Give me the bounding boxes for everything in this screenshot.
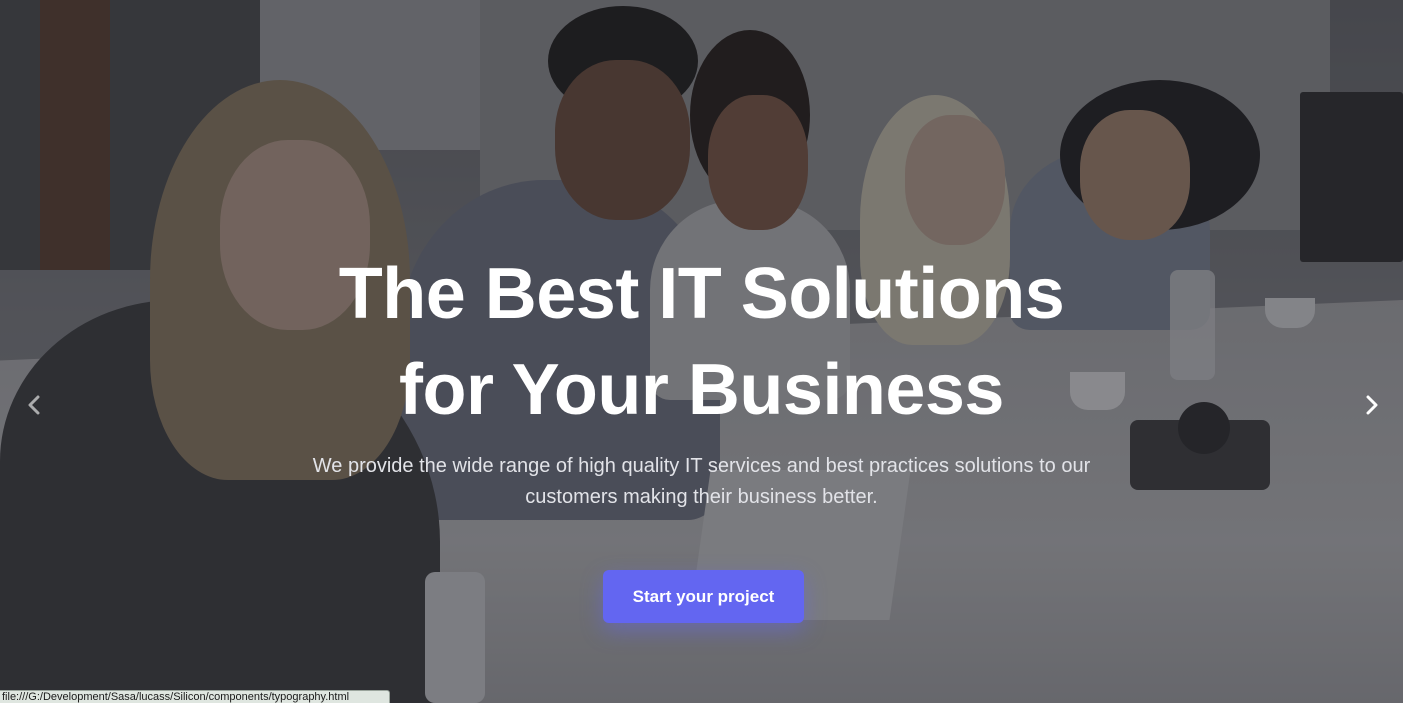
chevron-right-icon [1364,394,1380,420]
browser-status-url: file:///G:/Development/Sasa/lucass/Silic… [0,690,390,703]
chevron-left-icon [26,394,42,420]
start-project-button[interactable]: Start your project [603,570,804,623]
hero-headline-line1: The Best IT Solutions [338,254,1065,334]
hero-content: The Best IT Solutions for Your Business … [0,0,1403,703]
carousel-next-button[interactable] [1355,390,1389,424]
hero-headline-line2: for Your Business [399,350,1004,430]
hero-section: The Best IT Solutions for Your Business … [0,0,1403,703]
carousel-prev-button[interactable] [17,390,51,424]
hero-lead-line2: customers making their business better. [525,486,878,508]
hero-lead-line1: We provide the wide range of high qualit… [312,455,1091,477]
hero-headline: The Best IT Solutions for Your Business [0,246,1403,438]
hero-lead-text: We provide the wide range of high qualit… [290,451,1113,513]
